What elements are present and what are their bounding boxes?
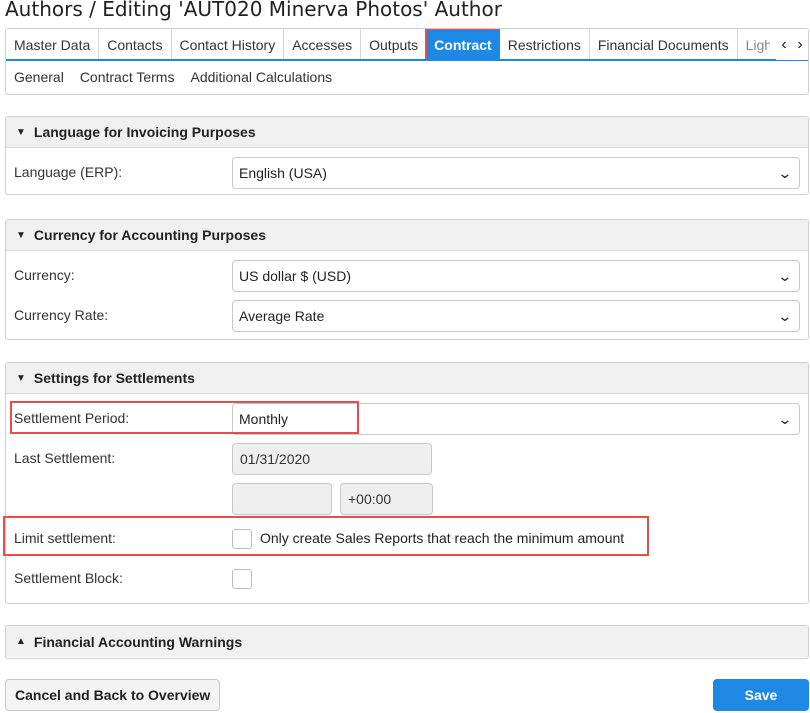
select-value: Average Rate [239, 308, 325, 324]
expand-triangle-icon: ▲ [16, 636, 26, 647]
field-label: Last Settlement: [14, 450, 116, 466]
collapse-triangle-icon: ▼ [16, 229, 26, 241]
tab-contact-history[interactable]: Contact History [171, 29, 285, 59]
subtab-bar: General Contract Terms Additional Calcul… [6, 67, 340, 87]
section-header-currency[interactable]: ▼ Currency for Accounting Purposes [6, 220, 808, 251]
language-erp-select[interactable]: English (USA) ⌄ [232, 157, 800, 189]
chevron-left-icon[interactable]: ‹ [776, 29, 792, 60]
tab-outputs[interactable]: Outputs [361, 29, 428, 59]
tab-master-data[interactable]: Master Data [6, 29, 100, 59]
chevron-down-icon: ⌄ [777, 308, 793, 324]
field-label: Settlement Block: [14, 570, 123, 586]
select-value: US dollar $ (USD) [239, 268, 352, 284]
tab-bar-container: Master Data Contacts Contact History Acc… [5, 28, 809, 95]
section-currency: ▼ Currency for Accounting Purposes Curre… [5, 219, 809, 340]
currency-select[interactable]: US dollar $ (USD) ⌄ [232, 260, 800, 292]
section-settlements: ▼ Settings for Settlements Settlement Pe… [5, 362, 809, 604]
field-label: Currency Rate: [14, 307, 109, 323]
tab-accesses[interactable]: Accesses [284, 29, 362, 59]
section-header-language[interactable]: ▼ Language for Invoicing Purposes [6, 117, 808, 148]
page-title: Authors / Editing 'AUT020 Minerva Photos… [5, 0, 502, 21]
tab-restrictions[interactable]: Restrictions [499, 29, 590, 59]
last-settlement-time-field[interactable] [232, 483, 332, 515]
section-title: Language for Invoicing Purposes [33, 124, 256, 140]
section-header-warnings[interactable]: ▲ Financial Accounting Warnings [6, 626, 808, 657]
last-settlement-date-field[interactable]: 01/31/2020 [232, 443, 432, 475]
subtab-additional-calculations[interactable]: Additional Calculations [182, 67, 340, 87]
timezone-field[interactable]: +00:00 [340, 483, 433, 515]
field-row-last-settlement: Last Settlement: 01/31/2020 [6, 443, 808, 475]
field-row-currency-rate: Currency Rate: Average Rate ⌄ [6, 300, 808, 332]
section-title: Settings for Settlements [33, 370, 195, 386]
field-row-language-erp: Language (ERP): English (USA) ⌄ [6, 157, 808, 189]
currency-rate-select[interactable]: Average Rate ⌄ [232, 300, 800, 332]
highlight-limit-settlement [3, 516, 649, 556]
tab-contacts[interactable]: Contacts [99, 29, 172, 59]
chevron-right-icon[interactable]: › [792, 29, 808, 60]
field-row-settlement-block: Settlement Block: [6, 563, 808, 595]
tab-contract[interactable]: Contract [425, 29, 502, 59]
field-label: Language (ERP): [14, 164, 123, 180]
field-row-currency: Currency: US dollar $ (USD) ⌄ [6, 260, 808, 292]
cancel-back-button[interactable]: Cancel and Back to Overview [5, 679, 221, 711]
tab-financial-documents[interactable]: Financial Documents [589, 29, 738, 59]
chevron-down-icon: ⌄ [777, 165, 793, 181]
select-value: English (USA) [239, 165, 327, 181]
settlement-block-checkbox[interactable] [232, 569, 252, 589]
chevron-down-icon: ⌄ [777, 411, 793, 427]
tab-bar: Master Data Contacts Contact History Acc… [6, 29, 808, 61]
section-header-settlements[interactable]: ▼ Settings for Settlements [6, 363, 808, 394]
save-button[interactable]: Save [713, 679, 809, 711]
field-label: Currency: [14, 267, 75, 283]
highlight-settlement-period [10, 401, 359, 434]
section-language: ▼ Language for Invoicing Purposes Langua… [5, 116, 809, 195]
section-title: Financial Accounting Warnings [33, 633, 243, 650]
collapse-triangle-icon: ▼ [16, 372, 26, 384]
subtab-contract-terms[interactable]: Contract Terms [72, 67, 183, 87]
field-row-time: +00:00 [6, 483, 808, 515]
subtab-general[interactable]: General [6, 67, 72, 87]
chevron-down-icon: ⌄ [777, 268, 793, 284]
section-warnings: ▲ Financial Accounting Warnings [5, 625, 809, 659]
collapse-triangle-icon: ▼ [16, 126, 26, 138]
tab-overflow[interactable]: Ligh [737, 29, 770, 59]
section-title: Currency for Accounting Purposes [33, 227, 266, 243]
